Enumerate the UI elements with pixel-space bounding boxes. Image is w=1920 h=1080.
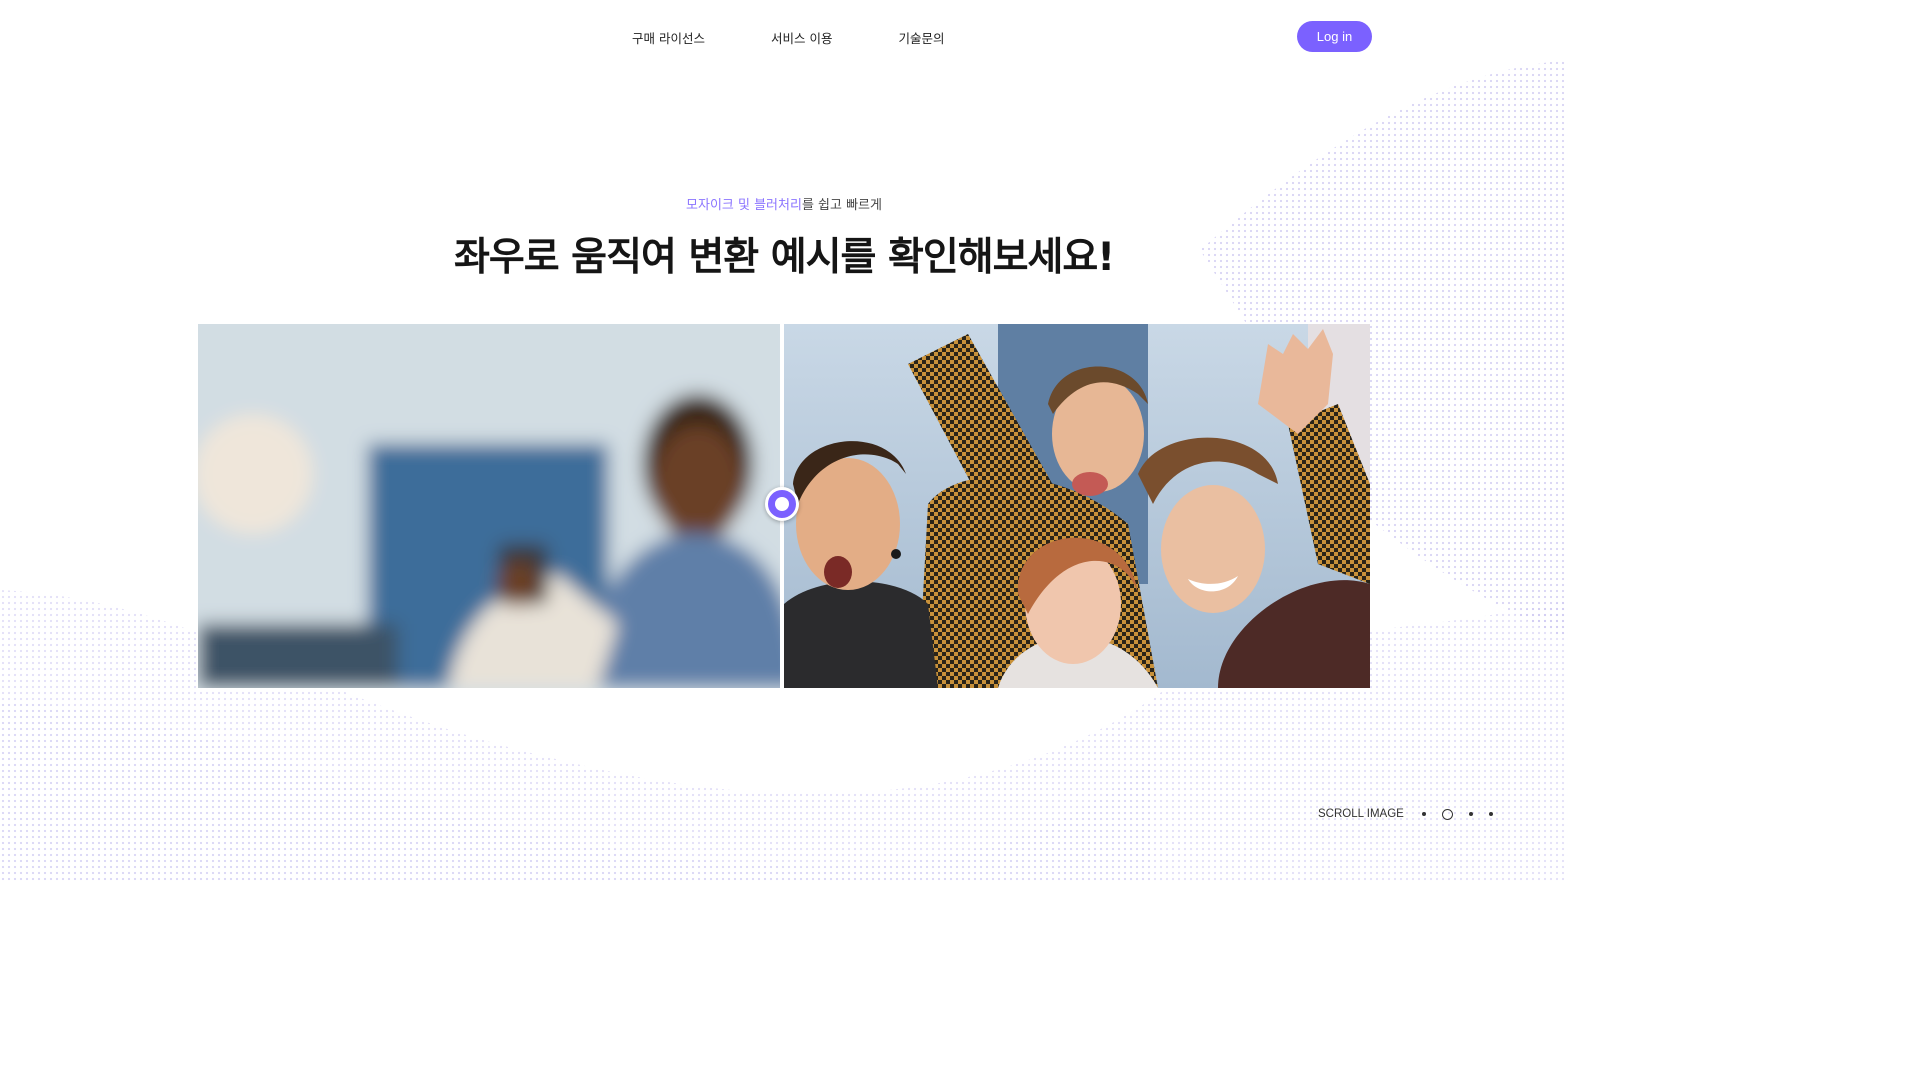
scroll-label: SCROLL IMAGE [1318, 808, 1404, 820]
nav-link-service[interactable]: 서비스 이용 [771, 28, 832, 47]
original-photo [784, 324, 1370, 688]
scroll-dot-3[interactable] [1468, 812, 1473, 816]
compare-slider-handle-icon[interactable] [765, 487, 799, 521]
nav-links: 구매 라이선스 서비스 이용 기술문의 [632, 28, 944, 47]
login-button[interactable]: Log in [1297, 21, 1372, 52]
nav-link-support[interactable]: 기술문의 [898, 28, 944, 47]
scroll-dot-4[interactable] [1488, 812, 1493, 816]
hero-subtitle-rest: 를 쉽고 빠르게 [801, 198, 882, 213]
scroll-indicator: SCROLL IMAGE [1318, 808, 1509, 820]
hero-subtitle-accent: 모자이크 및 블러처리 [686, 198, 802, 213]
nav-link-license[interactable]: 구매 라이선스 [632, 28, 705, 47]
scroll-dot-1[interactable] [1421, 812, 1426, 816]
hero-subtitle: 모자이크 및 블러처리를 쉽고 빠르게 [0, 194, 1568, 213]
page-title: 좌우로 움직여 변환 예시를 확인해보세요! [453, 235, 1115, 280]
blurred-photo [198, 324, 800, 688]
scroll-dot-2-active[interactable] [1441, 808, 1453, 820]
top-navigation: 구매 라이선스 서비스 이용 기술문의 Log in [0, 0, 1568, 72]
